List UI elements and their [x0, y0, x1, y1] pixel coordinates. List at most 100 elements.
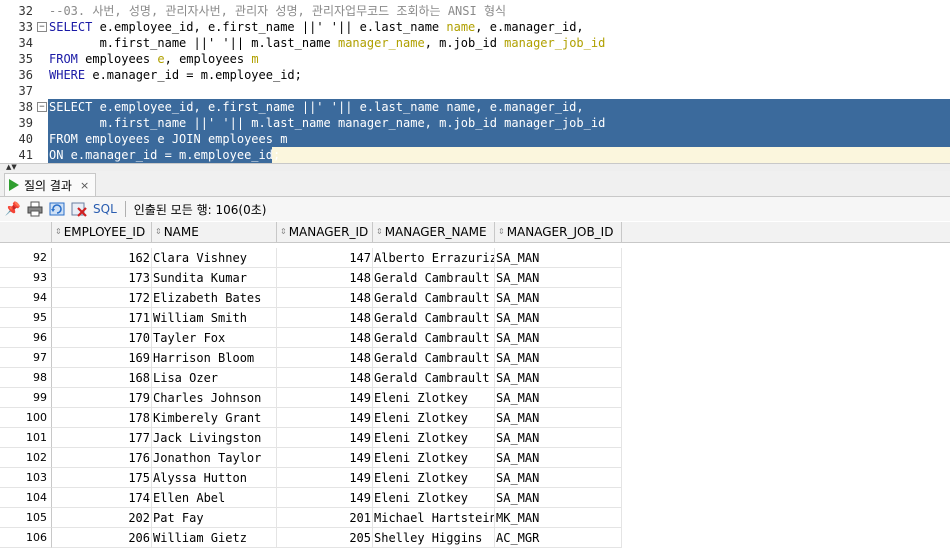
print-icon[interactable] [26, 200, 44, 218]
cell-manager-name[interactable]: Shelley Higgins [373, 528, 495, 548]
sql-editor[interactable]: 32 --03. 사번, 성명, 관리자사번, 관리자 성명, 관리자업무코드 조… [0, 0, 950, 163]
cell-manager-job-id[interactable]: SA_MAN [495, 428, 622, 448]
sort-icon[interactable]: ⇕ [55, 228, 62, 236]
cell-manager-name[interactable]: Eleni Zlotkey [373, 388, 495, 408]
cell-manager-name[interactable]: Gerald Cambrault [373, 348, 495, 368]
fold-toggle-icon[interactable]: − [37, 22, 47, 32]
header-manager-job-id[interactable]: ⇕ MANAGER_JOB_ID [495, 222, 622, 242]
header-name[interactable]: ⇕ NAME [152, 222, 277, 242]
sort-icon[interactable]: ⇕ [280, 228, 287, 236]
cell-manager-name[interactable]: Gerald Cambrault [373, 308, 495, 328]
cell-employee-id[interactable]: 178 [52, 408, 152, 428]
cell-name[interactable]: Elizabeth Bates [152, 288, 277, 308]
splitter-arrows-icon[interactable]: ▲▼ [6, 164, 17, 171]
sort-icon[interactable]: ⇕ [155, 228, 162, 236]
cell-manager-job-id[interactable]: SA_MAN [495, 248, 622, 268]
cell-manager-job-id[interactable]: SA_MAN [495, 448, 622, 468]
cell-employee-id[interactable]: 170 [52, 328, 152, 348]
cell-manager-name[interactable]: Michael Hartstein [373, 508, 495, 528]
code-line[interactable]: 38− SELECT e.employee_id, e.first_name ||… [0, 99, 950, 115]
code-line[interactable]: 37 [0, 83, 950, 99]
cell-manager-name[interactable]: Eleni Zlotkey [373, 408, 495, 428]
cell-manager-id[interactable]: 149 [277, 488, 373, 508]
table-row[interactable]: 93 173 Sundita Kumar 148 Gerald Cambrault SA_… [0, 268, 622, 288]
code-line[interactable]: 40 FROM employees e JOIN employees m [0, 131, 950, 147]
cell-name[interactable]: Alyssa Hutton [152, 468, 277, 488]
table-row[interactable]: 98 168 Lisa Ozer 148 Gerald Cambrault SA_MAN [0, 368, 622, 388]
cell-employee-id[interactable]: 162 [52, 248, 152, 268]
cell-manager-id[interactable]: 147 [277, 248, 373, 268]
cell-name[interactable]: William Smith [152, 308, 277, 328]
cell-manager-name[interactable]: Alberto Errazuriz [373, 248, 495, 268]
cell-employee-id[interactable]: 169 [52, 348, 152, 368]
cell-manager-id[interactable]: 149 [277, 388, 373, 408]
pin-icon[interactable]: 📌 [4, 200, 22, 218]
cell-manager-id[interactable]: 148 [277, 308, 373, 328]
cell-name[interactable]: Tayler Fox [152, 328, 277, 348]
cell-manager-job-id[interactable]: SA_MAN [495, 468, 622, 488]
header-manager-name[interactable]: ⇕ MANAGER_NAME [373, 222, 495, 242]
cell-name[interactable]: Ellen Abel [152, 488, 277, 508]
cell-manager-name[interactable]: Eleni Zlotkey [373, 428, 495, 448]
cell-manager-id[interactable]: 148 [277, 268, 373, 288]
table-row[interactable]: 97 169 Harrison Bloom 148 Gerald Cambrault SA… [0, 348, 622, 368]
cell-name[interactable]: Charles Johnson [152, 388, 277, 408]
cell-manager-name[interactable]: Eleni Zlotkey [373, 488, 495, 508]
cell-employee-id[interactable]: 202 [52, 508, 152, 528]
cell-manager-id[interactable]: 201 [277, 508, 373, 528]
cell-manager-id[interactable]: 149 [277, 448, 373, 468]
header-manager-id[interactable]: ⇕ MANAGER_ID [277, 222, 373, 242]
table-row[interactable]: 103 175 Alyssa Hutton 149 Eleni Zlotkey SA_MA… [0, 468, 622, 488]
cell-name[interactable]: Pat Fay [152, 508, 277, 528]
cell-employee-id[interactable]: 168 [52, 368, 152, 388]
table-row[interactable]: 96 170 Tayler Fox 148 Gerald Cambrault SA_MAN [0, 328, 622, 348]
cell-manager-job-id[interactable]: MK_MAN [495, 508, 622, 528]
table-row[interactable]: 106 206 William Gietz 205 Shelley Higgins AC_… [0, 528, 622, 548]
cell-employee-id[interactable]: 176 [52, 448, 152, 468]
code-line[interactable]: 35 FROM employees e, employees m [0, 51, 950, 67]
table-row[interactable]: 102 176 Jonathon Taylor 149 Eleni Zlotkey SA_… [0, 448, 622, 468]
table-row[interactable]: 100 178 Kimberely Grant 149 Eleni Zlotkey SA_… [0, 408, 622, 428]
cell-manager-job-id[interactable]: AC_MGR [495, 528, 622, 548]
table-row[interactable]: 94 172 Elizabeth Bates 148 Gerald Cambrault S… [0, 288, 622, 308]
cell-manager-id[interactable]: 148 [277, 368, 373, 388]
cell-manager-name[interactable]: Eleni Zlotkey [373, 468, 495, 488]
cell-employee-id[interactable]: 206 [52, 528, 152, 548]
cell-name[interactable]: Harrison Bloom [152, 348, 277, 368]
cell-manager-job-id[interactable]: SA_MAN [495, 328, 622, 348]
cell-employee-id[interactable]: 179 [52, 388, 152, 408]
tab-query-result[interactable]: 질의 결과 × [4, 173, 97, 196]
sql-button[interactable]: SQL [93, 202, 117, 216]
sort-icon[interactable]: ⇕ [498, 228, 505, 236]
cell-employee-id[interactable]: 177 [52, 428, 152, 448]
code-line[interactable]: 39 m.first_name ||' '|| m.last_name mana… [0, 115, 950, 131]
table-row[interactable]: 104 174 Ellen Abel 149 Eleni Zlotkey SA_MAN [0, 488, 622, 508]
cell-manager-job-id[interactable]: SA_MAN [495, 408, 622, 428]
cell-manager-job-id[interactable]: SA_MAN [495, 388, 622, 408]
cell-manager-name[interactable]: Gerald Cambrault [373, 288, 495, 308]
sort-icon[interactable]: ⇕ [376, 228, 383, 236]
clear-results-icon[interactable] [70, 200, 88, 218]
cell-manager-name[interactable]: Gerald Cambrault [373, 368, 495, 388]
cell-manager-job-id[interactable]: SA_MAN [495, 368, 622, 388]
cell-employee-id[interactable]: 173 [52, 268, 152, 288]
table-row[interactable]: 101 177 Jack Livingston 149 Eleni Zlotkey SA_… [0, 428, 622, 448]
cell-employee-id[interactable]: 175 [52, 468, 152, 488]
cell-name[interactable]: Sundita Kumar [152, 268, 277, 288]
cell-manager-job-id[interactable]: SA_MAN [495, 288, 622, 308]
cell-manager-id[interactable]: 205 [277, 528, 373, 548]
cell-manager-id[interactable]: 149 [277, 408, 373, 428]
code-line[interactable]: 34 m.first_name ||' '|| m.last_name mana… [0, 35, 950, 51]
cell-manager-job-id[interactable]: SA_MAN [495, 488, 622, 508]
close-icon[interactable]: × [80, 179, 89, 192]
cell-manager-name[interactable]: Gerald Cambrault [373, 268, 495, 288]
cell-manager-job-id[interactable]: SA_MAN [495, 308, 622, 328]
code-line[interactable]: 33− SELECT e.employee_id, e.first_name ||… [0, 19, 950, 35]
cell-employee-id[interactable]: 172 [52, 288, 152, 308]
cell-name[interactable]: Lisa Ozer [152, 368, 277, 388]
cell-employee-id[interactable]: 174 [52, 488, 152, 508]
cell-manager-id[interactable]: 148 [277, 348, 373, 368]
cell-manager-id[interactable]: 148 [277, 288, 373, 308]
cell-name[interactable]: Jonathon Taylor [152, 448, 277, 468]
cell-employee-id[interactable]: 171 [52, 308, 152, 328]
